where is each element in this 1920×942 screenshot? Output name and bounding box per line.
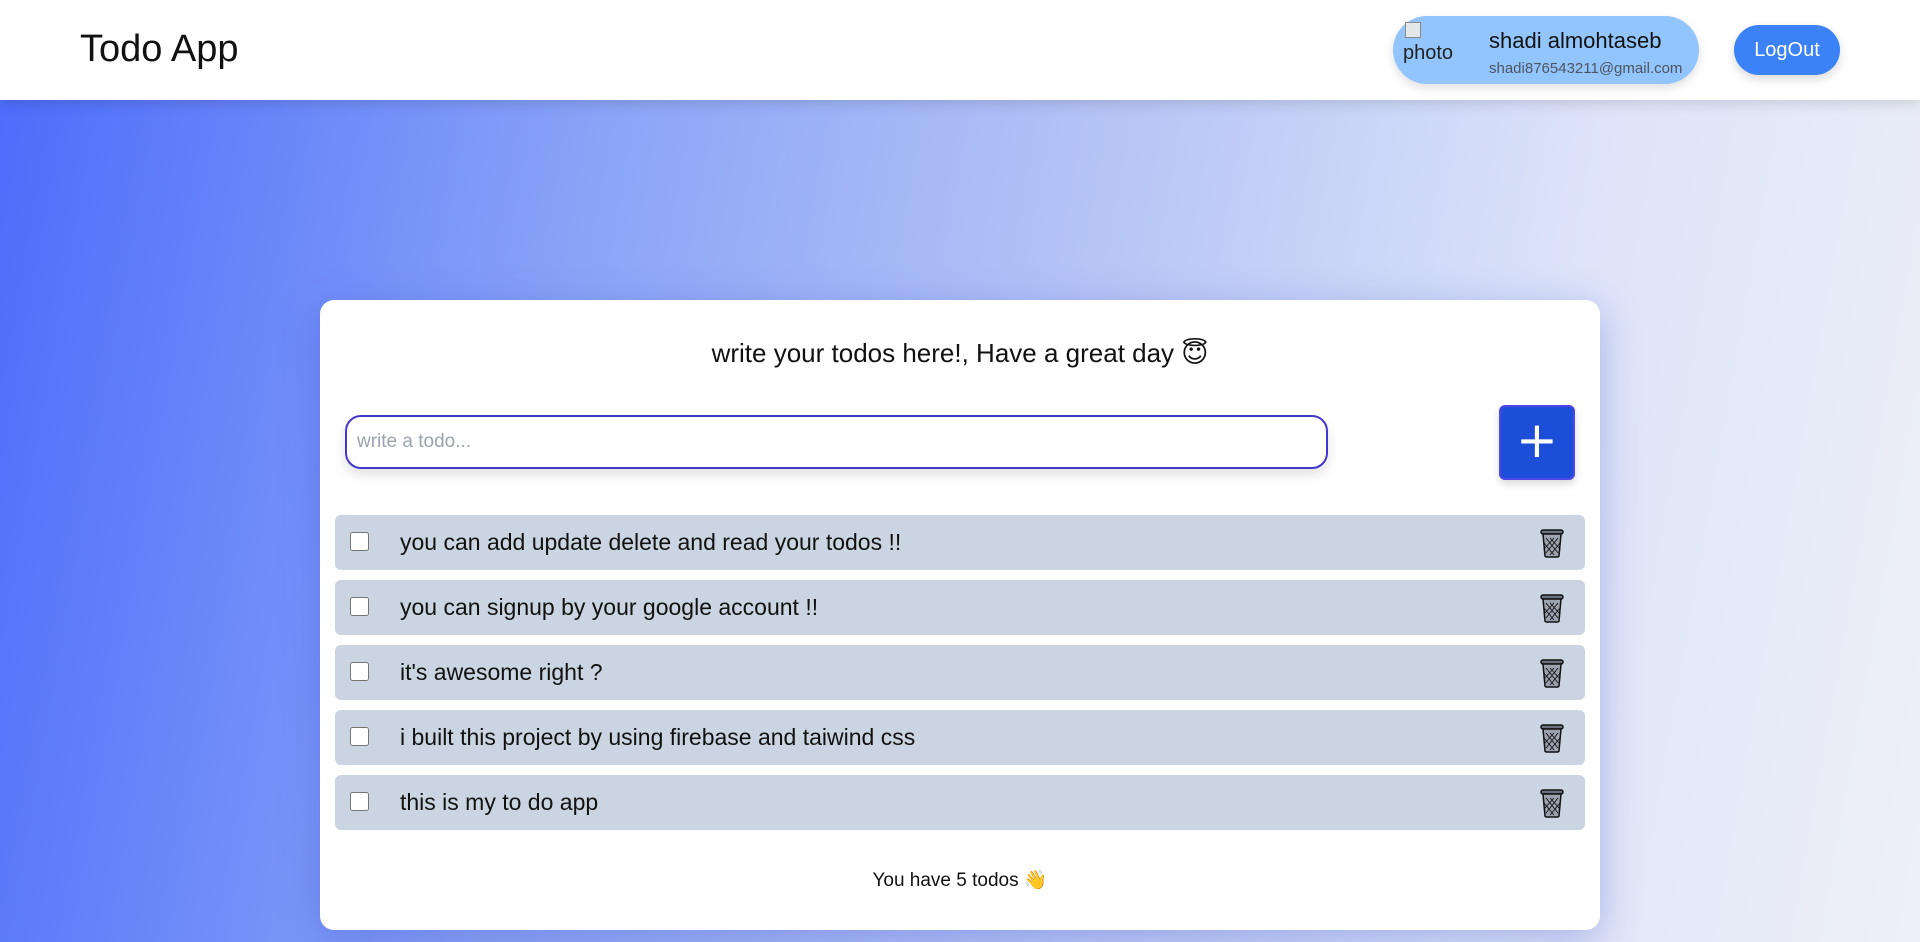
avatar-alt-text: photo: [1403, 42, 1454, 64]
app-title: Todo App: [80, 28, 239, 70]
todo-text: it's awesome right ?: [400, 659, 603, 685]
avatar: photo: [1403, 20, 1467, 80]
broken-image-icon: [1405, 22, 1421, 38]
todo-checkbox[interactable]: [350, 532, 369, 551]
trash-icon[interactable]: [1538, 787, 1566, 818]
trash-icon[interactable]: [1538, 527, 1566, 558]
user-email: shadi876543211@gmail.com: [1489, 60, 1683, 77]
todo-text: i built this project by using firebase a…: [400, 724, 916, 750]
todo-checkbox[interactable]: [350, 662, 369, 681]
todo-item: you can add update delete and read your …: [335, 515, 1585, 570]
trash-icon[interactable]: [1538, 722, 1566, 753]
todo-checkbox[interactable]: [350, 727, 369, 746]
todo-input[interactable]: [345, 415, 1328, 469]
todo-text: this is my to do app: [400, 789, 599, 815]
todo-item: this is my to do app: [335, 775, 1585, 830]
app-header: Todo App photo shadi almohtaseb shadi876…: [0, 0, 1920, 100]
todo-list: you can add update delete and read your …: [335, 515, 1585, 840]
todo-checkbox[interactable]: [350, 792, 369, 811]
todo-text: you can signup by your google account !!: [400, 594, 819, 620]
add-todo-button[interactable]: +: [1499, 405, 1575, 480]
user-name: shadi almohtaseb: [1489, 28, 1662, 53]
todo-item: it's awesome right ?: [335, 645, 1585, 700]
logout-button[interactable]: LogOut: [1734, 25, 1840, 75]
plus-icon: +: [1516, 411, 1558, 469]
todo-item: you can signup by your google account !!: [335, 580, 1585, 635]
todo-checkbox[interactable]: [350, 597, 369, 616]
trash-icon[interactable]: [1538, 592, 1566, 623]
user-profile-pill: photo shadi almohtaseb shadi876543211@gm…: [1393, 16, 1699, 84]
todo-card: write your todos here!, Have a great day…: [320, 300, 1600, 930]
trash-icon[interactable]: [1538, 657, 1566, 688]
todo-count: You have 5 todos 👋: [872, 870, 1048, 891]
card-heading: write your todos here!, Have a great day…: [711, 338, 1209, 368]
todo-item: i built this project by using firebase a…: [335, 710, 1585, 765]
todo-text: you can add update delete and read your …: [400, 529, 902, 555]
